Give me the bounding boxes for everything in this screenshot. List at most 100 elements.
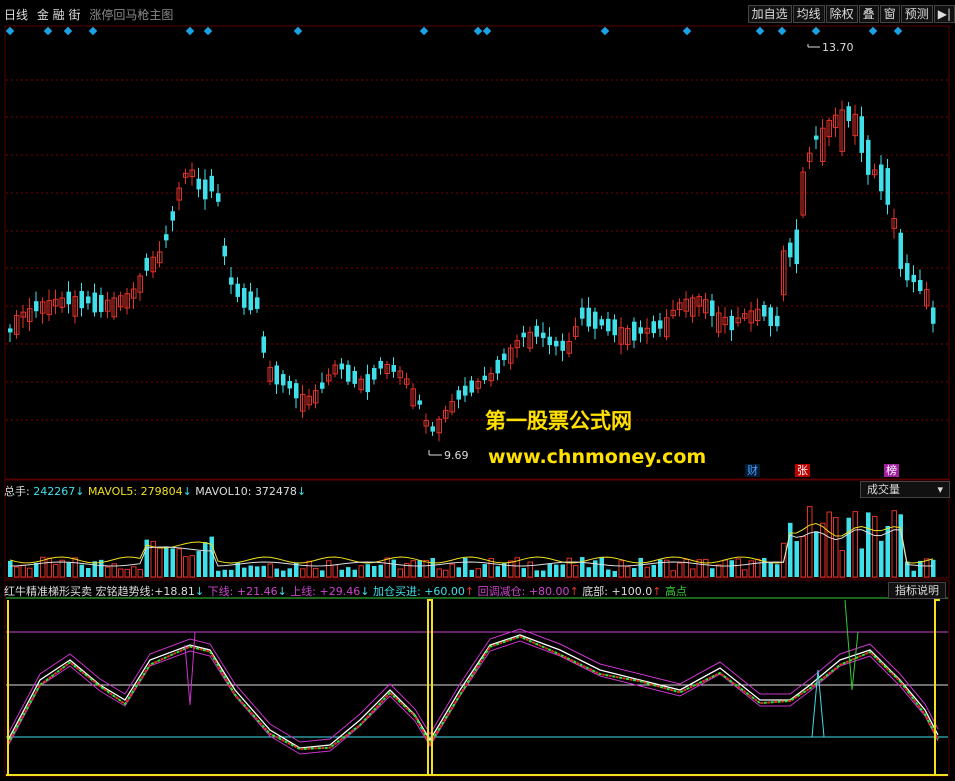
volume-bar bbox=[826, 511, 832, 578]
volume-bar bbox=[423, 559, 429, 578]
candle-body bbox=[911, 274, 916, 283]
candle-body bbox=[846, 106, 851, 122]
volume-bar bbox=[164, 546, 169, 577]
signal-diamonds bbox=[5, 26, 903, 36]
candle-body bbox=[378, 360, 383, 369]
candle-body bbox=[632, 321, 637, 341]
candle-body bbox=[541, 332, 546, 339]
signal-diamond bbox=[293, 26, 303, 36]
volume-bar bbox=[378, 564, 383, 577]
price-low-annotation: 9.69 bbox=[428, 449, 469, 462]
volume-bar bbox=[105, 566, 111, 578]
lower-line-value: +21.46 bbox=[236, 585, 278, 598]
volume-bar bbox=[436, 568, 442, 578]
red-dash-line bbox=[7, 635, 939, 751]
indicator-legend: 红牛精准梯形买卖 宏铭趋势线:+18.81↓ 下线: +21.46↓ 上线: +… bbox=[4, 583, 687, 599]
volume-bar bbox=[508, 560, 514, 578]
bottom-signal bbox=[934, 599, 940, 775]
candle-body bbox=[502, 353, 507, 361]
candle-body bbox=[768, 307, 773, 326]
signal-diamond bbox=[419, 26, 429, 36]
candle-body bbox=[898, 232, 903, 270]
volume-bar bbox=[456, 567, 461, 577]
mavol10-value: 372478 bbox=[254, 485, 297, 498]
candle-body bbox=[235, 283, 240, 297]
signal-diamond bbox=[482, 26, 492, 36]
indicator-name[interactable]: 红牛精准梯形买卖 bbox=[4, 585, 92, 598]
volume-bar bbox=[300, 568, 306, 578]
volume-bar bbox=[365, 564, 370, 577]
candle-body bbox=[463, 385, 468, 396]
volume-bar bbox=[859, 548, 864, 577]
volume-bar bbox=[814, 531, 819, 577]
limit-up-marker[interactable]: 张 bbox=[795, 464, 810, 477]
magenta-spike bbox=[184, 631, 196, 706]
candle-body bbox=[229, 277, 234, 285]
volume-bar bbox=[72, 557, 78, 578]
signal-diamond bbox=[755, 26, 765, 36]
volume-indicator-select[interactable]: 成交量 ▾ bbox=[860, 481, 950, 498]
candle-body bbox=[417, 400, 422, 405]
volume-bar bbox=[66, 562, 71, 577]
indicator-lines bbox=[6, 599, 948, 776]
candle-body bbox=[294, 383, 299, 399]
candle-body bbox=[86, 296, 91, 304]
volume-bar bbox=[872, 515, 878, 578]
volume-legend: 总手: 242267↓ MAVOL5: 279804↓ MAVOL10: 372… bbox=[4, 483, 306, 499]
volume-bar bbox=[281, 570, 286, 577]
volume-bar bbox=[196, 551, 201, 577]
volume-bar bbox=[495, 566, 500, 577]
volume-bar bbox=[775, 564, 780, 577]
trend-line-label: 宏铭趋势线: bbox=[95, 585, 155, 598]
volume-bar bbox=[521, 568, 526, 577]
candle-body bbox=[495, 359, 500, 374]
volume-bar bbox=[358, 565, 364, 578]
arrow-down-icon: ↓ bbox=[75, 485, 85, 498]
volume-bar bbox=[463, 557, 468, 577]
volume-bar bbox=[430, 558, 435, 577]
bottom-label: 底部: bbox=[582, 585, 608, 598]
finance-marker[interactable]: 财 bbox=[745, 464, 760, 477]
candle-body bbox=[99, 294, 104, 313]
upper-line-value: +29.46 bbox=[319, 585, 361, 598]
candle-body bbox=[8, 328, 13, 333]
volume-bar bbox=[644, 566, 650, 578]
arrow-down-icon: ↓ bbox=[182, 485, 192, 498]
candle-body bbox=[66, 291, 71, 305]
candle-body bbox=[560, 340, 565, 351]
ranking-marker[interactable]: 榜 bbox=[884, 464, 899, 477]
volume-bar bbox=[339, 569, 344, 577]
volume-bar bbox=[794, 541, 799, 577]
volume-bar bbox=[547, 564, 552, 577]
signal-diamond bbox=[63, 26, 73, 36]
volume-bar bbox=[384, 557, 390, 578]
volume-bar bbox=[612, 570, 617, 577]
volume-bar bbox=[92, 561, 97, 577]
volume-bar bbox=[580, 557, 585, 577]
candle-body bbox=[248, 291, 253, 311]
volume-bar bbox=[131, 566, 137, 578]
candle-body bbox=[430, 426, 435, 432]
triangle-down-icon: ▾ bbox=[937, 483, 943, 496]
signal-diamond bbox=[893, 26, 903, 36]
candle-body bbox=[164, 234, 169, 241]
volume-bar bbox=[931, 559, 936, 577]
candle-body bbox=[242, 288, 247, 308]
bottom-signal bbox=[427, 599, 433, 775]
candle-body bbox=[762, 305, 767, 317]
reduce-position-value: +80.00 bbox=[528, 585, 570, 598]
candlesticks bbox=[8, 100, 936, 442]
volume-bar bbox=[124, 568, 130, 578]
candle-body bbox=[281, 374, 286, 386]
volume-bar bbox=[879, 540, 884, 577]
volume-bar bbox=[755, 558, 761, 578]
candle-body bbox=[658, 320, 663, 329]
mavol5-value: 279804 bbox=[140, 485, 183, 498]
low-price-label: 9.69 bbox=[444, 449, 469, 462]
volume-bar bbox=[534, 570, 539, 577]
indicator-help-button[interactable]: 指标说明 bbox=[888, 582, 946, 599]
candle-body bbox=[918, 279, 923, 292]
volume-bar bbox=[229, 569, 234, 577]
volume-bar bbox=[14, 566, 20, 578]
volume-bar bbox=[137, 568, 143, 578]
